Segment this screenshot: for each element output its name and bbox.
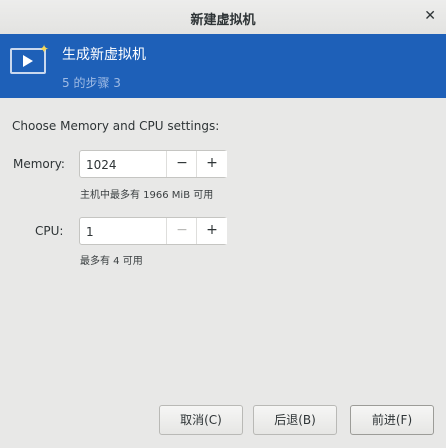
window-title: 新建虚拟机 — [190, 13, 256, 28]
wizard-step: 5 的步骤 3 — [62, 76, 121, 90]
memory-hint: 主机中最多有 1966 MiB 可用 — [80, 190, 214, 201]
forward-button[interactable]: 前进(F) — [350, 405, 434, 435]
memory-input[interactable] — [80, 151, 172, 179]
cancel-button[interactable]: 取消(C) — [159, 405, 243, 435]
wizard-banner: ✦ 生成新虚拟机 5 的步骤 3 — [0, 34, 446, 98]
cpu-hint: 最多有 4 可用 — [80, 256, 143, 267]
play-icon — [23, 55, 33, 67]
cpu-spinbutton: − + — [79, 217, 227, 246]
cpu-input[interactable] — [80, 218, 172, 246]
memory-increment-button[interactable]: + — [196, 151, 227, 177]
wizard-title: 生成新虚拟机 — [62, 47, 146, 63]
close-icon[interactable]: ✕ — [424, 8, 436, 24]
vm-monitor-icon: ✦ — [10, 42, 49, 74]
cpu-label: CPU: — [35, 224, 64, 238]
sparkle-icon: ✦ — [39, 42, 50, 56]
cpu-decrement-button[interactable]: − — [166, 218, 197, 244]
cpu-increment-button[interactable]: + — [196, 218, 227, 244]
page-heading: Choose Memory and CPU settings: — [12, 119, 220, 133]
memory-label: Memory: — [13, 157, 65, 171]
memory-decrement-button[interactable]: − — [166, 151, 197, 177]
back-button[interactable]: 后退(B) — [253, 405, 337, 435]
memory-spinbutton: − + — [79, 150, 227, 179]
title-bar: 新建虚拟机 ✕ — [0, 0, 446, 35]
